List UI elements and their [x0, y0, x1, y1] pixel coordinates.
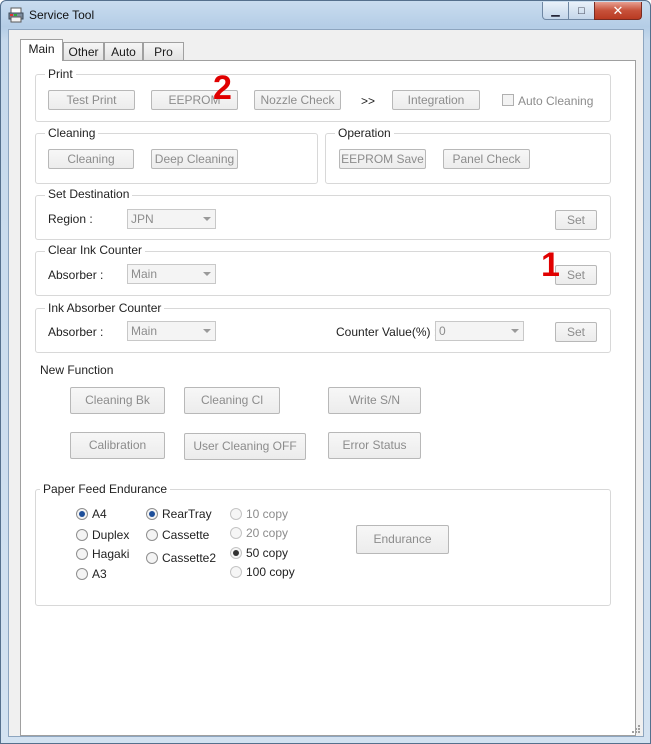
tab-auto[interactable]: Auto — [104, 42, 143, 60]
chevron-down-icon — [511, 329, 519, 333]
clear-ink-counter-group — [35, 251, 611, 296]
tab-main[interactable]: Main — [20, 39, 63, 61]
region-dropdown[interactable]: JPN — [127, 209, 216, 229]
radio-source-cassette2[interactable] — [146, 552, 158, 564]
close-button[interactable]: ✕ — [594, 2, 642, 20]
region-label: Region : — [48, 212, 93, 226]
arrow-symbol: >> — [361, 94, 376, 108]
counter-absorber-dropdown[interactable]: Main — [127, 321, 216, 341]
print-group-label: Print — [45, 67, 76, 81]
panel-check-button[interactable]: Panel Check — [443, 149, 530, 169]
annotation-number-two: 2 — [213, 69, 232, 107]
printer-app-icon — [8, 7, 24, 23]
counter-set-button[interactable]: Set — [555, 322, 597, 342]
radio-copies-100[interactable] — [230, 566, 242, 578]
calibration-button[interactable]: Calibration — [70, 432, 165, 459]
paper-feed-endurance-label: Paper Feed Endurance — [40, 482, 171, 496]
integration-button[interactable]: Integration — [392, 90, 480, 110]
tab-other[interactable]: Other — [63, 42, 104, 60]
eeprom-save-button[interactable]: EEPROM Save — [339, 149, 426, 169]
new-function-label: New Function — [40, 363, 114, 377]
radio-copies-20[interactable] — [230, 527, 242, 539]
counter-absorber-label: Absorber : — [48, 325, 104, 339]
minimize-icon: ▁ — [551, 5, 560, 17]
counter-absorber-value: Main — [131, 324, 158, 338]
radio-copies-10[interactable] — [230, 508, 242, 520]
write-sn-button[interactable]: Write S/N — [328, 387, 421, 414]
resize-grip-icon[interactable] — [631, 724, 641, 734]
chevron-down-icon — [203, 329, 211, 333]
tab-pro[interactable]: Pro — [143, 42, 184, 60]
copies-10-label: 10 copy — [246, 507, 289, 521]
minimize-button[interactable]: ▁ — [542, 2, 569, 20]
ink-absorber-counter-group-label: Ink Absorber Counter — [45, 301, 165, 315]
radio-size-a3[interactable] — [76, 568, 88, 580]
copies-50-label: 50 copy — [246, 546, 289, 560]
chevron-down-icon — [203, 272, 211, 276]
radio-size-hagaki[interactable] — [76, 548, 88, 560]
region-set-button[interactable]: Set — [555, 210, 597, 230]
size-hagaki-label: Hagaki — [92, 547, 130, 561]
size-duplex-label: Duplex — [92, 528, 130, 542]
clear-absorber-value: Main — [131, 267, 158, 281]
cleaning-group-label: Cleaning — [45, 126, 99, 140]
clear-absorber-dropdown[interactable]: Main — [127, 264, 216, 284]
close-icon: ✕ — [612, 2, 624, 18]
radio-size-a4[interactable] — [76, 508, 88, 520]
clear-absorber-label: Absorber : — [48, 268, 104, 282]
clear-ink-set-button[interactable]: Set — [555, 265, 597, 285]
window-title: Service Tool — [29, 8, 95, 22]
copies-100-label: 100 copy — [246, 565, 295, 579]
source-cassette2-label: Cassette2 — [162, 551, 217, 565]
maximize-icon: □ — [578, 4, 585, 17]
cleaning-bk-button[interactable]: Cleaning Bk — [70, 387, 165, 414]
main-tab-panel: Print Test Print EEPROM Nozzle Check >> … — [20, 60, 636, 736]
user-cleaning-off-button[interactable]: User Cleaning OFF — [184, 433, 306, 460]
cleaning-cl-button[interactable]: Cleaning Cl — [184, 387, 280, 414]
service-tool-window: Service Tool ▁ □ ✕ Main Other Auto Pro P… — [0, 0, 651, 744]
error-status-button[interactable]: Error Status — [328, 432, 421, 459]
size-a3-label: A3 — [92, 567, 107, 581]
set-destination-group-label: Set Destination — [45, 187, 133, 201]
source-reartray-label: RearTray — [162, 507, 212, 521]
radio-size-duplex[interactable] — [76, 529, 88, 541]
nozzle-check-button[interactable]: Nozzle Check — [254, 90, 341, 110]
cleaning-button[interactable]: Cleaning — [48, 149, 134, 169]
operation-group-label: Operation — [335, 126, 394, 140]
endurance-button[interactable]: Endurance — [356, 525, 449, 554]
clear-ink-counter-group-label: Clear Ink Counter — [45, 243, 146, 257]
radio-source-reartray[interactable] — [146, 508, 158, 520]
counter-value-label: Counter Value(%) : — [336, 325, 438, 339]
source-cassette-label: Cassette — [162, 528, 210, 542]
test-print-button[interactable]: Test Print — [48, 90, 135, 110]
deep-cleaning-button[interactable]: Deep Cleaning — [151, 149, 238, 169]
auto-cleaning-checkbox[interactable] — [502, 94, 514, 106]
client-area: Main Other Auto Pro Print Test Print EEP… — [8, 29, 644, 737]
set-destination-group — [35, 195, 611, 240]
radio-source-cassette[interactable] — [146, 529, 158, 541]
chevron-down-icon — [203, 217, 211, 221]
annotation-number-one: 1 — [541, 246, 560, 284]
copies-20-label: 20 copy — [246, 526, 289, 540]
counter-value: 0 — [439, 324, 446, 338]
radio-copies-50[interactable] — [230, 547, 242, 559]
size-a4-label: A4 — [92, 507, 107, 521]
title-bar[interactable]: Service Tool ▁ □ ✕ — [1, 1, 650, 29]
maximize-button[interactable]: □ — [568, 2, 595, 20]
region-value: JPN — [131, 212, 154, 226]
counter-value-dropdown[interactable]: 0 — [435, 321, 524, 341]
auto-cleaning-label: Auto Cleaning — [518, 94, 594, 108]
